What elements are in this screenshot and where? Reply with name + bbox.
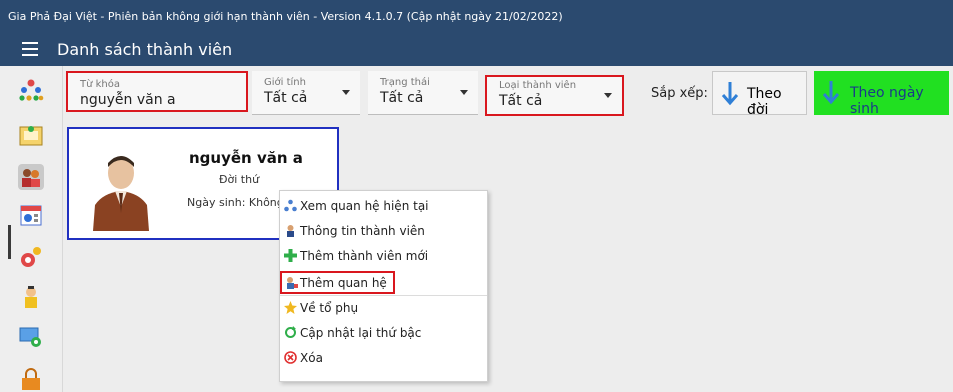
sidebar <box>0 66 63 392</box>
menu-item-member-info[interactable]: Thông tin thành viên <box>280 219 487 243</box>
members-icon[interactable] <box>18 164 44 190</box>
delete-icon <box>284 351 297 364</box>
member-type-value: Tất cả <box>499 93 543 109</box>
status-label: Trạng thái <box>380 77 430 88</box>
gender-select[interactable]: Giới tính Tất cả <box>252 71 360 115</box>
user-support-icon[interactable] <box>18 284 44 310</box>
menu-item-delete[interactable]: Xóa <box>280 346 487 370</box>
ancestor-icon <box>284 301 297 314</box>
gender-label: Giới tính <box>264 77 306 88</box>
gender-value: Tất cả <box>264 90 308 106</box>
window-title: Gia Phả Đại Việt - Phiên bản không giới … <box>8 10 563 23</box>
chevron-down-icon <box>604 93 612 98</box>
menu-item-label: Thêm quan hệ <box>300 276 387 290</box>
context-menu: Xem quan hệ hiện tại Thông tin thành viê… <box>279 190 488 382</box>
keyword-label: Từ khóa <box>80 79 120 90</box>
menu-item-add-member[interactable]: Thêm thành viên mới <box>280 244 487 268</box>
chevron-down-icon <box>460 90 468 95</box>
chevron-down-icon <box>342 90 350 95</box>
menu-item-label: Xem quan hệ hiện tại <box>300 199 429 213</box>
menu-item-label: Cập nhật lại thứ bậc <box>300 326 422 340</box>
family-tree-icon[interactable] <box>18 78 44 104</box>
menu-item-label: Xóa <box>300 351 323 365</box>
menu-item-view-relations[interactable]: Xem quan hệ hiện tại <box>280 194 487 218</box>
avatar <box>93 156 149 231</box>
relationship-icon <box>284 199 297 212</box>
certificate-icon[interactable] <box>18 123 44 149</box>
arrow-down-icon <box>822 81 840 105</box>
menu-item-add-relation[interactable]: Thêm quan hệ <box>280 271 395 294</box>
menu-item-update-rank[interactable]: Cập nhật lại thứ bậc <box>280 321 487 345</box>
screen-sync-icon[interactable] <box>18 324 44 350</box>
menu-item-label: Thêm thành viên mới <box>300 249 429 263</box>
menu-item-label: Thông tin thành viên <box>300 224 425 238</box>
arrow-down-icon <box>721 82 739 106</box>
member-generation: Đời thứ <box>219 173 260 186</box>
keyword-input[interactable]: nguyễn văn a <box>80 92 176 108</box>
status-value: Tất cả <box>380 90 424 106</box>
hamburger-icon[interactable] <box>22 42 38 56</box>
plus-icon <box>284 249 297 262</box>
page-title: Danh sách thành viên <box>57 40 233 59</box>
sidebar-active-indicator <box>8 225 11 259</box>
menu-item-label: Về tổ phụ <box>300 301 359 315</box>
app-header: Danh sách thành viên <box>0 33 953 66</box>
keyword-field[interactable]: Từ khóa nguyễn văn a <box>66 71 248 112</box>
status-select[interactable]: Trạng thái Tất cả <box>368 71 478 115</box>
settings-icon[interactable] <box>18 244 44 270</box>
sort-label: Sắp xếp: <box>651 86 708 101</box>
sort-by-generation-label: Theo đời <box>747 86 782 118</box>
lock-icon[interactable] <box>18 366 44 392</box>
member-type-label: Loại thành viên <box>499 80 577 91</box>
refresh-icon <box>285 326 296 338</box>
calendar-icon[interactable] <box>18 202 44 228</box>
sort-by-generation-button[interactable]: Theo đời <box>712 71 807 118</box>
window-titlebar: Gia Phả Đại Việt - Phiên bản không giới … <box>0 0 953 33</box>
member-name: nguyễn văn a <box>189 149 303 167</box>
info-icon <box>287 225 294 237</box>
sort-by-birthdate-label: Theo ngày sinh <box>850 85 924 117</box>
menu-item-ancestor[interactable]: Về tổ phụ <box>280 296 487 320</box>
add-relation-icon <box>287 277 298 289</box>
member-birthdate: Ngày sinh: Không <box>187 196 284 209</box>
sort-by-birthdate-button[interactable]: Theo ngày sinh <box>814 71 949 117</box>
member-type-select[interactable]: Loại thành viên Tất cả <box>485 75 624 116</box>
